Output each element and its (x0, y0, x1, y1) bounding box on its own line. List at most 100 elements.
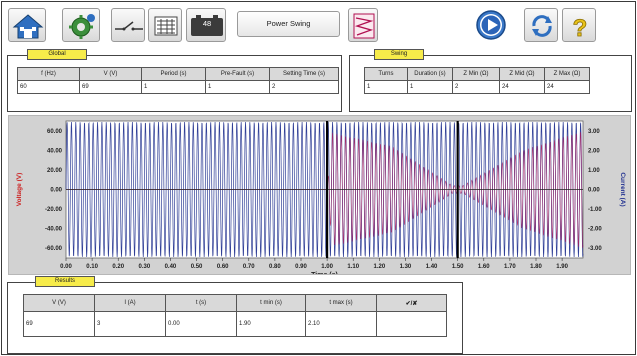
svg-text:?: ? (573, 15, 588, 42)
result-v: 69 (23, 311, 95, 337)
disconnect-button[interactable] (111, 8, 145, 42)
refresh-button[interactable] (524, 8, 558, 42)
x-tick-label: 1.20 (373, 264, 385, 270)
settings-button[interactable] (62, 8, 100, 42)
header-z-min: Z Min (Ω) (451, 67, 500, 81)
z-max-field[interactable]: 24 (543, 80, 591, 94)
y-right-tick-label: 1.00 (588, 168, 600, 174)
x-tick-label: 1.10 (347, 264, 359, 270)
header-v: V (V) (23, 294, 95, 312)
results-tag: Results (35, 276, 95, 287)
y-left-tick-label: 0.00 (50, 188, 62, 194)
header-turns: Turns (364, 67, 408, 81)
y-left-tick-label: 60.00 (47, 129, 63, 135)
header-i: I (A) (94, 294, 166, 312)
app-window: 48 Power Swing ? f (Hz) V (V) Period (s)… (1, 1, 636, 355)
refresh-icon (532, 15, 552, 37)
x-tick-label: 0.90 (295, 264, 307, 270)
y-left-tick-label: 40.00 (47, 148, 63, 154)
header-t: t (s) (165, 294, 237, 312)
waveform-chart-panel: 0.00 0.10 0.20 0.30 0.40 0.50 0.60 0.70 0.80 0.90… (8, 115, 631, 279)
header-duration: Duration (s) (406, 67, 453, 81)
swing-table: Turns Duration (s) Z Min (Ω) Z Mid (Ω) Z… (364, 67, 591, 94)
swing-panel: Turns Duration (s) Z Min (Ω) Z Mid (Ω) Z… (349, 55, 632, 112)
frequency-field[interactable]: 60 (17, 80, 80, 94)
duration-field[interactable]: 1 (406, 80, 453, 94)
global-panel: f (Hz) V (V) Period (s) Pre-Fault (s) Se… (7, 55, 342, 112)
home-button[interactable] (8, 8, 46, 42)
x-tick-label: 1.90 (556, 264, 568, 270)
y-left-axis-label: Voltage (V) (16, 173, 23, 206)
z-mid-field[interactable]: 24 (498, 80, 545, 94)
z-min-field[interactable]: 2 (451, 80, 500, 94)
x-tick-label: 1.50 (452, 264, 464, 270)
meter-icon (154, 16, 178, 36)
x-tick-label: 1.80 (530, 264, 542, 270)
y-right-tick-label: 3.00 (588, 129, 600, 135)
y-right-tick-label: 2.00 (588, 148, 600, 154)
period-field[interactable]: 1 (141, 80, 206, 94)
header-t-max: t max (s) (305, 294, 377, 312)
result-t: 0.00 (165, 311, 237, 337)
x-tick-label: 0.30 (138, 264, 150, 270)
x-tick-label: 1.70 (504, 264, 516, 270)
global-table: f (Hz) V (V) Period (s) Pre-Fault (s) Se… (17, 67, 339, 94)
help-button[interactable]: ? (562, 8, 596, 42)
x-tick-label: 1.00 (321, 264, 333, 270)
relay-curve-icon (353, 13, 375, 39)
x-tick-label: 0.40 (165, 264, 177, 270)
x-tick-label: 1.30 (400, 264, 412, 270)
global-tag: Global (27, 49, 87, 60)
results-panel: V (V) I (A) t (s) t min (s) t max (s) ✔/… (7, 282, 463, 354)
x-tick-label: 0.80 (269, 264, 281, 270)
x-tick-label: 0.50 (191, 264, 203, 270)
y-right-tick-label: -1.00 (588, 207, 602, 213)
header-t-min: t min (s) (236, 294, 306, 312)
x-axis-label: Time (s) (311, 272, 338, 274)
y-right-tick-label: 0.00 (588, 188, 600, 194)
header-pre-fault: Pre-Fault (s) (205, 67, 270, 81)
x-tick-label: 0.20 (112, 264, 124, 270)
help-icon: ? (572, 15, 588, 43)
waveform-chart[interactable]: 0.00 0.10 0.20 0.30 0.40 0.50 0.60 0.70 0.80 0.90… (9, 116, 630, 279)
header-z-max: Z Max (Ω) (543, 67, 591, 81)
x-tick-label: 1.60 (478, 264, 490, 270)
voltage-field[interactable]: 69 (79, 80, 142, 94)
result-i: 3 (94, 311, 166, 337)
toolbar: 48 Power Swing ? (8, 8, 634, 44)
header-voltage: V (V) (79, 67, 142, 81)
results-table: V (V) I (A) t (s) t min (s) t max (s) ✔/… (23, 294, 447, 337)
meter-button[interactable] (148, 8, 182, 42)
header-frequency: f (Hz) (17, 67, 80, 81)
x-tick-label: 1.40 (426, 264, 438, 270)
header-z-mid: Z Mid (Ω) (498, 67, 545, 81)
result-t-min: 1.90 (236, 311, 306, 337)
header-pass-fail: ✔/✘ (376, 294, 447, 312)
y-right-axis-label: Current (A) (619, 172, 626, 206)
y-right-tick-label: -2.00 (588, 227, 602, 233)
x-tick-label: 0.70 (243, 264, 255, 270)
turns-field[interactable]: 1 (364, 80, 408, 94)
header-setting-time: Setting Time (s) (269, 67, 339, 81)
x-tick-label: 0.00 (60, 264, 72, 270)
play-button[interactable] (473, 8, 509, 42)
y-right-tick-label: -3.00 (588, 246, 602, 252)
y-left-tick-label: -60.00 (45, 246, 63, 252)
header-period: Period (s) (141, 67, 206, 81)
result-pass-fail (376, 311, 447, 337)
test-mode-button[interactable]: Power Swing (237, 11, 340, 37)
disconnect-switch-icon (115, 21, 143, 31)
battery-button[interactable]: 48 (186, 8, 226, 42)
setting-time-field[interactable]: 2 (269, 80, 339, 94)
y-left-tick-label: 20.00 (47, 168, 63, 174)
home-icon (12, 14, 44, 39)
relay-curve-button[interactable] (348, 8, 378, 42)
battery-value: 48 (202, 19, 212, 28)
swing-tag: Swing (374, 49, 424, 60)
play-icon (476, 10, 506, 40)
x-tick-label: 0.10 (86, 264, 98, 270)
y-left-tick-label: -20.00 (45, 207, 63, 213)
settings-gear-icon (69, 14, 95, 39)
y-left-tick-label: -40.00 (45, 227, 63, 233)
pre-fault-field[interactable]: 1 (205, 80, 270, 94)
